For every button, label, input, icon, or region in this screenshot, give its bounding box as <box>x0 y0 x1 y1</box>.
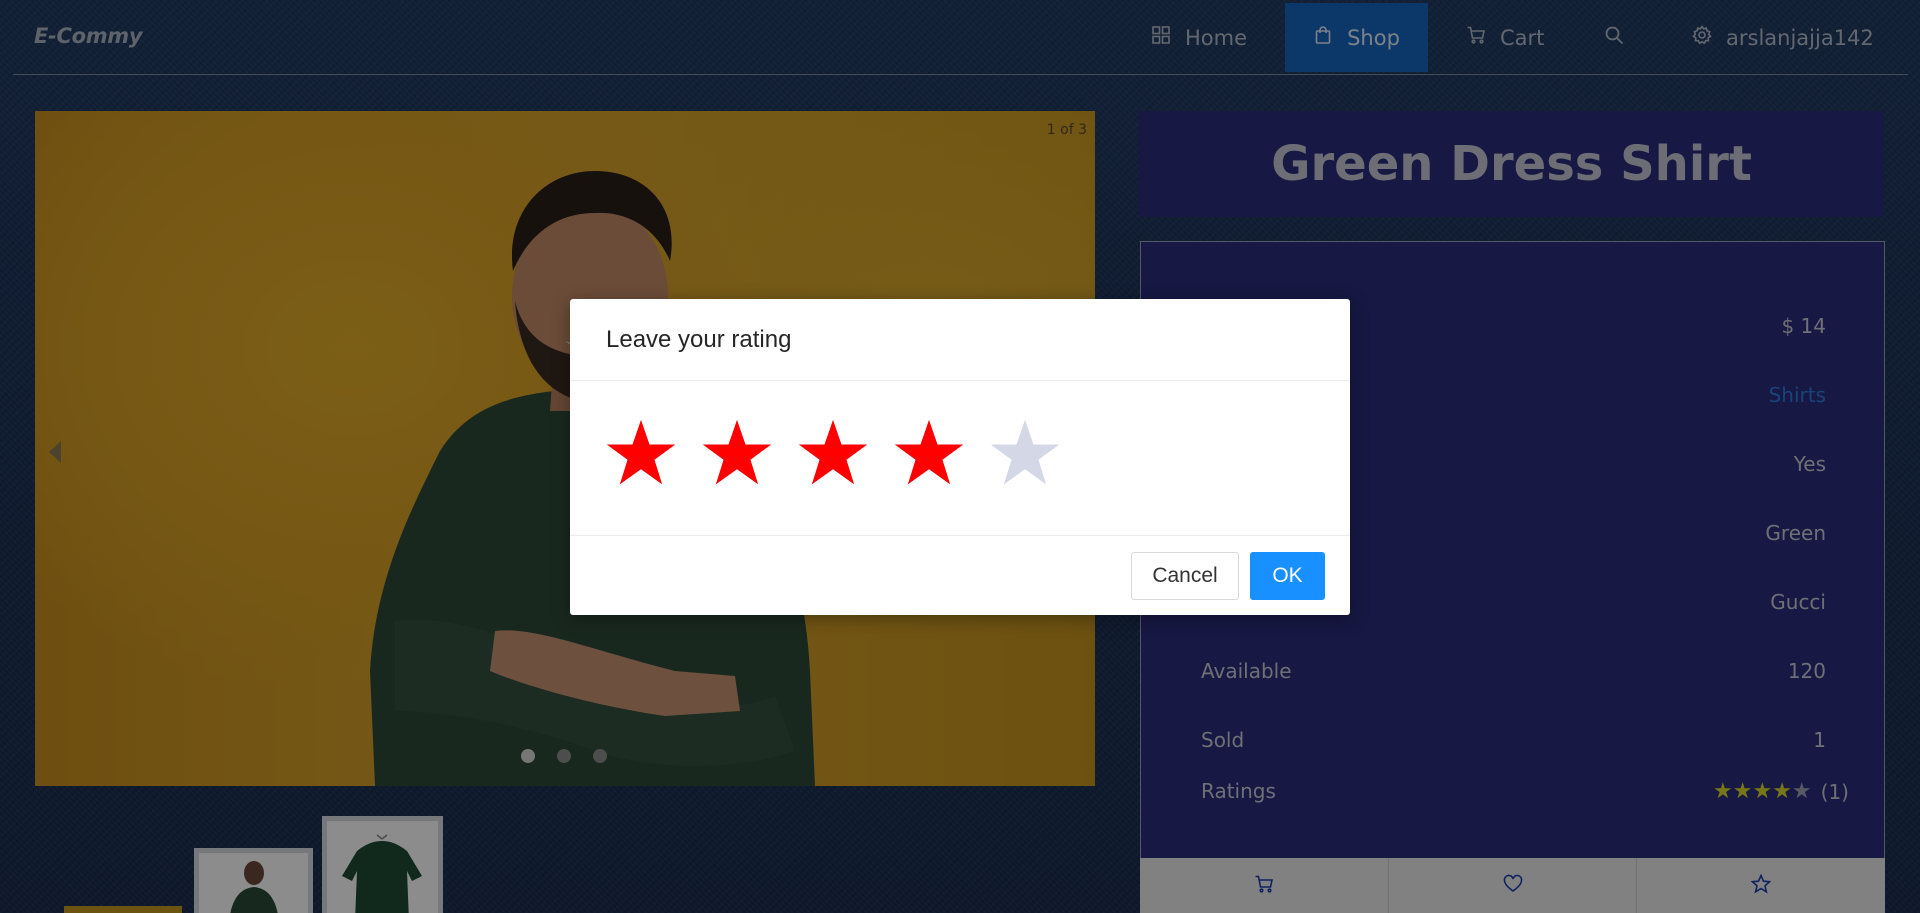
rating-modal: Leave your rating Cancel OK <box>570 299 1350 615</box>
ok-button[interactable]: OK <box>1250 552 1325 600</box>
star-rating-input <box>605 417 1061 494</box>
modal-divider <box>570 380 1350 381</box>
star-2-icon[interactable] <box>701 417 773 494</box>
star-5-icon[interactable] <box>989 417 1061 494</box>
modal-divider <box>570 535 1350 536</box>
cancel-button[interactable]: Cancel <box>1131 552 1239 600</box>
star-4-icon[interactable] <box>893 417 965 494</box>
star-3-icon[interactable] <box>797 417 869 494</box>
star-1-icon[interactable] <box>605 417 677 494</box>
modal-title: Leave your rating <box>606 326 792 353</box>
